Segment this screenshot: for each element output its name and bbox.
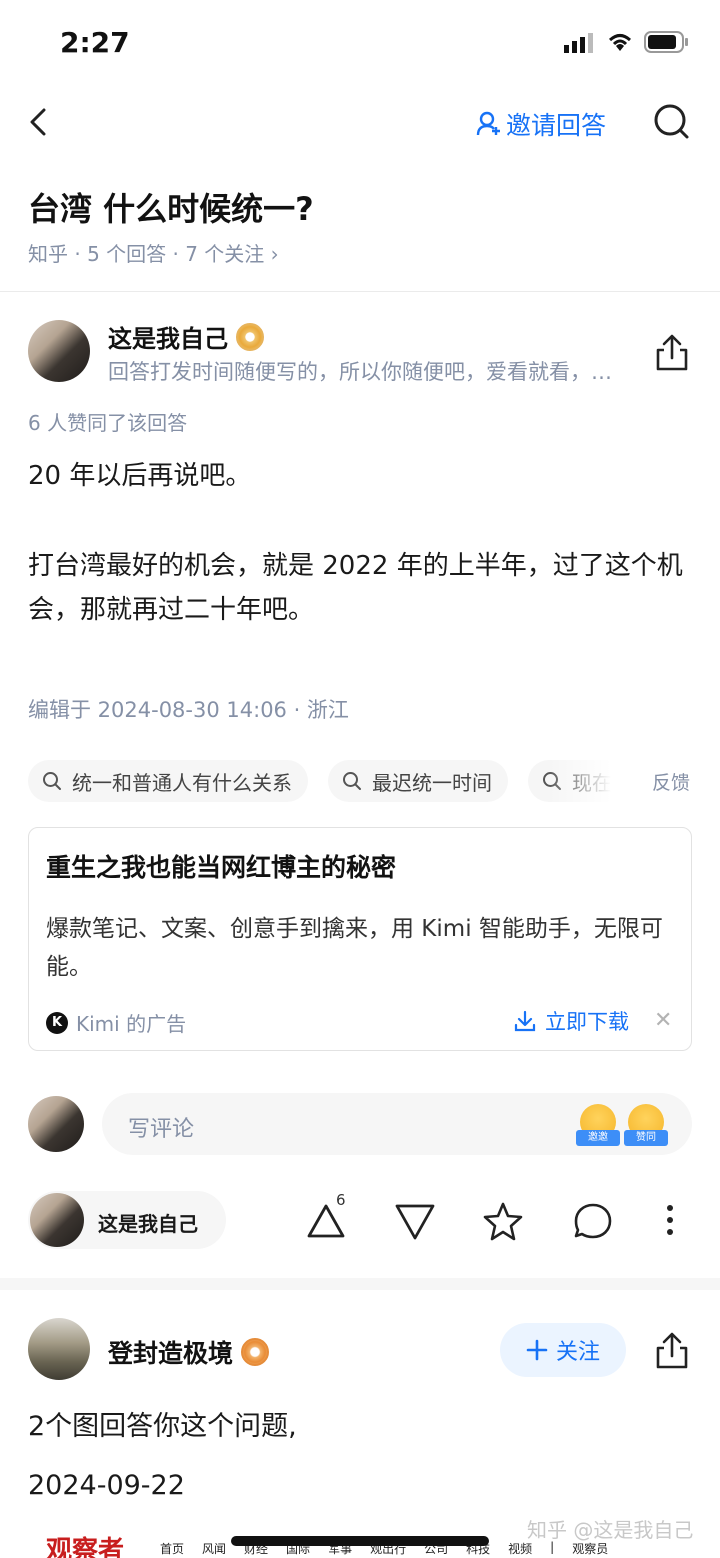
ad-brand-label: Kimi 的广告	[76, 1012, 187, 1036]
invite-answer-label: 邀请回答	[506, 111, 607, 140]
chip-fade	[548, 760, 638, 802]
author-name-row[interactable]: 登封造极境	[108, 1334, 270, 1370]
chip-label: 统一和普通人有什么关系	[72, 770, 292, 795]
signal-icon	[564, 33, 593, 53]
comment-input[interactable]: 写评论 邀邀 赞同	[102, 1093, 692, 1155]
chip-label: 最迟统一时间	[372, 770, 492, 795]
invite-person-icon	[476, 111, 500, 136]
download-icon	[514, 1010, 536, 1032]
related-search-chip[interactable]: 统一和普通人有什么关系	[28, 760, 308, 802]
wifi-icon	[608, 34, 632, 51]
ad-description: 爆款笔记、文案、创意手到擒来，用 Kimi 智能助手，无限可能。	[46, 916, 663, 980]
ad-download-button[interactable]: 立即下载	[513, 1006, 629, 1036]
author-avatar[interactable]	[28, 1318, 90, 1380]
status-icons	[564, 30, 690, 54]
ad-card[interactable]: 重生之我也能当网红博主的秘密 爆款笔记、文案、创意手到擒来，用 Kimi 智能助…	[28, 827, 692, 1051]
invite-emoji-label: 邀邀	[576, 1130, 620, 1146]
plus-icon	[526, 1339, 548, 1361]
author-avatar[interactable]	[28, 320, 90, 382]
question-meta[interactable]: 知乎 · 5 个回答 · 7 个关注 ›	[28, 238, 279, 267]
ad-close-icon[interactable]: ✕	[654, 1008, 672, 1033]
question-title[interactable]: 台湾 什么时候统一?	[28, 184, 314, 230]
follow-label: 关注	[555, 1340, 600, 1365]
news-nav-item: 首页	[160, 1542, 185, 1556]
back-arrow-icon[interactable]	[22, 104, 58, 140]
home-indicator[interactable]	[231, 1536, 489, 1546]
status-time: 2:27	[60, 26, 130, 59]
agree-emoji-icon[interactable]: 赞同	[624, 1104, 668, 1146]
badge-icon	[241, 1338, 270, 1366]
answer-text: 2个图回答你这个问题,	[28, 1411, 297, 1442]
my-avatar	[28, 1096, 84, 1152]
feedback-link[interactable]: 反馈	[652, 768, 690, 795]
author-headline: 回答打发时间随便写的，所以你随便吧，爱看就看，不看拉倒	[108, 360, 628, 384]
more-icon[interactable]	[660, 1198, 680, 1246]
comment-icon[interactable]	[572, 1198, 614, 1246]
pill-author-name: 这是我自己	[98, 1212, 198, 1236]
star-icon[interactable]	[482, 1198, 524, 1246]
author-name-row[interactable]: 这是我自己	[108, 319, 264, 354]
share-icon[interactable]	[652, 332, 692, 372]
answer-paragraph: 打台湾最好的机会，就是 2022 年的上半年，过了这个机会，那就再过二十年吧。	[28, 551, 683, 625]
search-icon	[43, 772, 61, 790]
related-searches: 统一和普通人有什么关系 最迟统一时间 现在	[28, 760, 628, 802]
downvote-icon[interactable]	[394, 1198, 436, 1246]
badge-icon	[236, 322, 264, 351]
kimi-logo-icon: K	[46, 1011, 68, 1034]
comment-placeholder: 写评论	[128, 1117, 195, 1142]
invite-answer-button[interactable]: 邀请回答	[476, 106, 606, 142]
share-icon[interactable]	[652, 1330, 692, 1370]
author-name: 这是我自己	[108, 325, 228, 353]
author-pill[interactable]: 这是我自己	[28, 1191, 226, 1249]
news-logo: 观察者	[46, 1536, 125, 1558]
votes-summary: 6 人赞同了该回答	[28, 411, 188, 435]
divider	[0, 291, 720, 292]
answer-date-text: 2024-09-22	[28, 1470, 185, 1501]
watermark: 知乎 @这是我自己	[527, 1518, 694, 1542]
ad-brand: K Kimi 的广告	[46, 1008, 186, 1037]
battery-icon	[644, 31, 688, 53]
ad-download-label: 立即下载	[545, 1010, 629, 1034]
upvote-count: 6	[336, 1191, 346, 1209]
section-divider	[0, 1278, 720, 1290]
search-icon[interactable]	[652, 102, 690, 140]
invite-emoji-icon[interactable]: 邀邀	[576, 1104, 620, 1146]
pill-avatar	[30, 1193, 84, 1247]
search-icon	[343, 772, 361, 790]
news-nav-item: 风闻	[202, 1542, 227, 1556]
answer-paragraph: 20 年以后再说吧。	[28, 461, 252, 491]
follow-button[interactable]: 关注	[500, 1323, 626, 1377]
edit-info: 编辑于 2024-08-30 14:06 · 浙江	[28, 698, 349, 722]
ad-title: 重生之我也能当网红博主的秘密	[46, 853, 397, 882]
related-search-chip[interactable]: 最迟统一时间	[328, 760, 508, 802]
agree-emoji-label: 赞同	[624, 1130, 668, 1146]
author-name: 登封造极境	[108, 1339, 234, 1368]
